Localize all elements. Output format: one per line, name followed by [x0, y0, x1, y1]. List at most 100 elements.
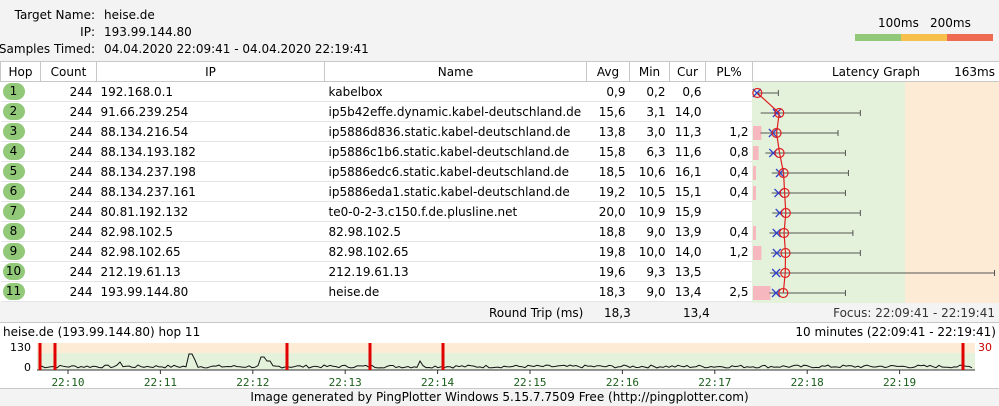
packet-loss-bar: [753, 166, 756, 180]
hop-pl: [705, 101, 753, 122]
hop-count: 244: [40, 141, 97, 162]
hop-ip: 88.134.237.161: [96, 181, 325, 202]
hop-avg: 18,8: [586, 221, 630, 242]
hop-avg: 18,5: [586, 161, 630, 182]
hop-avg: 19,2: [586, 181, 630, 202]
hop-avg: 20,0: [586, 201, 630, 222]
hop-min: 9,0: [629, 281, 670, 302]
timeline-title: heise.de (193.99.144.80) hop 11: [3, 325, 201, 339]
hop-cell: 4: [0, 141, 41, 162]
hop-min: 3,0: [629, 121, 670, 142]
hop-number: 3: [2, 123, 25, 140]
hop-cur: 15,1: [669, 181, 706, 202]
hop-cur: 14,0: [669, 101, 706, 122]
graph-zone-orange: [905, 82, 999, 303]
packet-loss-bar: [753, 286, 771, 300]
hop-cell: 11: [0, 281, 41, 302]
col-pl[interactable]: PL%: [705, 61, 753, 82]
col-hop[interactable]: Hop: [0, 61, 41, 82]
hop-pl: [705, 201, 753, 222]
col-avg[interactable]: Avg: [586, 61, 630, 82]
credit-text: Image generated by PingPlotter Windows 5…: [0, 388, 999, 406]
hop-number: 8: [2, 223, 25, 240]
hop-count: 244: [40, 281, 97, 302]
hop-cell: 10: [0, 261, 41, 282]
hop-cur: 13,9: [669, 221, 706, 242]
hop-number: 11: [2, 283, 25, 300]
hop-number: 2: [2, 103, 25, 120]
hop-count: 244: [40, 81, 97, 102]
hop-number: 6: [2, 183, 25, 200]
round-trip-avg: 18,3: [604, 306, 631, 320]
latency-graph-max: 163ms: [954, 65, 995, 79]
timeline-chart[interactable]: 13003022:10 22:11 22:12 22:13 22:14 22:15 22:1…: [0, 339, 999, 389]
packet-loss-marker: [285, 343, 289, 370]
hop-ip: 192.168.0.1: [96, 81, 325, 102]
packet-loss-bar: [753, 146, 759, 160]
timeline-range: 10 minutes (22:09:41 - 22:19:41): [795, 325, 996, 339]
round-trip-cur: 13,4: [683, 306, 710, 320]
timeline-y-bottom: 0: [24, 361, 31, 374]
timeline-y-top: 130: [10, 341, 31, 354]
packet-loss-marker: [961, 343, 965, 370]
hop-name: ip5b42effe.dynamic.kabel-deutschland.de: [324, 101, 587, 122]
hop-avg: 15,6: [586, 101, 630, 122]
timeline-panel[interactable]: heise.de (193.99.144.80) hop 11 10 minut…: [0, 322, 999, 389]
latency-graph: [752, 82, 999, 303]
hop-cur: 14,0: [669, 241, 706, 262]
hop-min: 6,3: [629, 141, 670, 162]
timeline-y-right: 30: [978, 341, 992, 354]
hop-count: 244: [40, 101, 97, 122]
col-ip[interactable]: IP: [96, 61, 325, 82]
hop-count: 244: [40, 121, 97, 142]
hop-cur: 16,1: [669, 161, 706, 182]
hop-avg: 15,8: [586, 141, 630, 162]
legend-200ms-label: 200ms: [930, 16, 971, 30]
hop-avg: 18,3: [586, 281, 630, 302]
hop-pl: [705, 81, 753, 102]
packet-loss-bar: [753, 246, 762, 260]
hop-count: 244: [40, 261, 97, 282]
hop-ip: 212.19.61.13: [96, 261, 325, 282]
col-cur[interactable]: Cur: [669, 61, 706, 82]
hop-number: 5: [2, 163, 25, 180]
timeline-zone-orange: [37, 343, 975, 353]
hop-name: ip5886eda1.static.kabel-deutschland.de: [324, 181, 587, 202]
hop-name: 82.98.102.65: [324, 241, 587, 262]
timeline-zone-green: [37, 353, 975, 370]
col-min[interactable]: Min: [629, 61, 670, 82]
latency-graph-title: Latency Graph: [831, 64, 921, 79]
hop-cell: 6: [0, 181, 41, 202]
hop-cur: 11,6: [669, 141, 706, 162]
col-latency-graph[interactable]: Latency Graph 163ms: [752, 61, 999, 82]
hop-avg: 0,9: [586, 81, 630, 102]
hop-count: 244: [40, 161, 97, 182]
hop-name: kabelbox: [324, 81, 587, 102]
legend-green: [855, 34, 901, 41]
hop-name: ip5886edc6.static.kabel-deutschland.de: [324, 161, 587, 182]
col-name[interactable]: Name: [324, 61, 587, 82]
focus-range: Focus: 22:09:41 - 22:19:41: [833, 306, 995, 320]
hop-name: te0-0-2-3.c150.f.de.plusline.net: [324, 201, 587, 222]
ip-value: 193.99.144.80: [104, 25, 192, 39]
hop-count: 244: [40, 181, 97, 202]
legend-100ms-label: 100ms: [878, 16, 919, 30]
hop-ip: 88.134.216.54: [96, 121, 325, 142]
hop-min: 10,5: [629, 181, 670, 202]
hop-cell: 2: [0, 101, 41, 122]
hop-number: 9: [2, 243, 25, 260]
col-count[interactable]: Count: [40, 61, 97, 82]
packet-loss-marker: [441, 343, 445, 370]
hop-cur: 13,4: [669, 281, 706, 302]
target-name-value: heise.de: [104, 8, 155, 22]
hop-cell: 8: [0, 221, 41, 242]
hop-min: 0,2: [629, 81, 670, 102]
hop-cell: 3: [0, 121, 41, 142]
hop-number: 10: [2, 263, 25, 280]
hop-ip: 91.66.239.254: [96, 101, 325, 122]
hop-name: ip5886c1b6.static.kabel-deutschland.de: [324, 141, 587, 162]
hop-ip: 193.99.144.80: [96, 281, 325, 302]
hop-cell: 5: [0, 161, 41, 182]
hop-number: 4: [2, 143, 25, 160]
hop-cur: 0,6: [669, 81, 706, 102]
